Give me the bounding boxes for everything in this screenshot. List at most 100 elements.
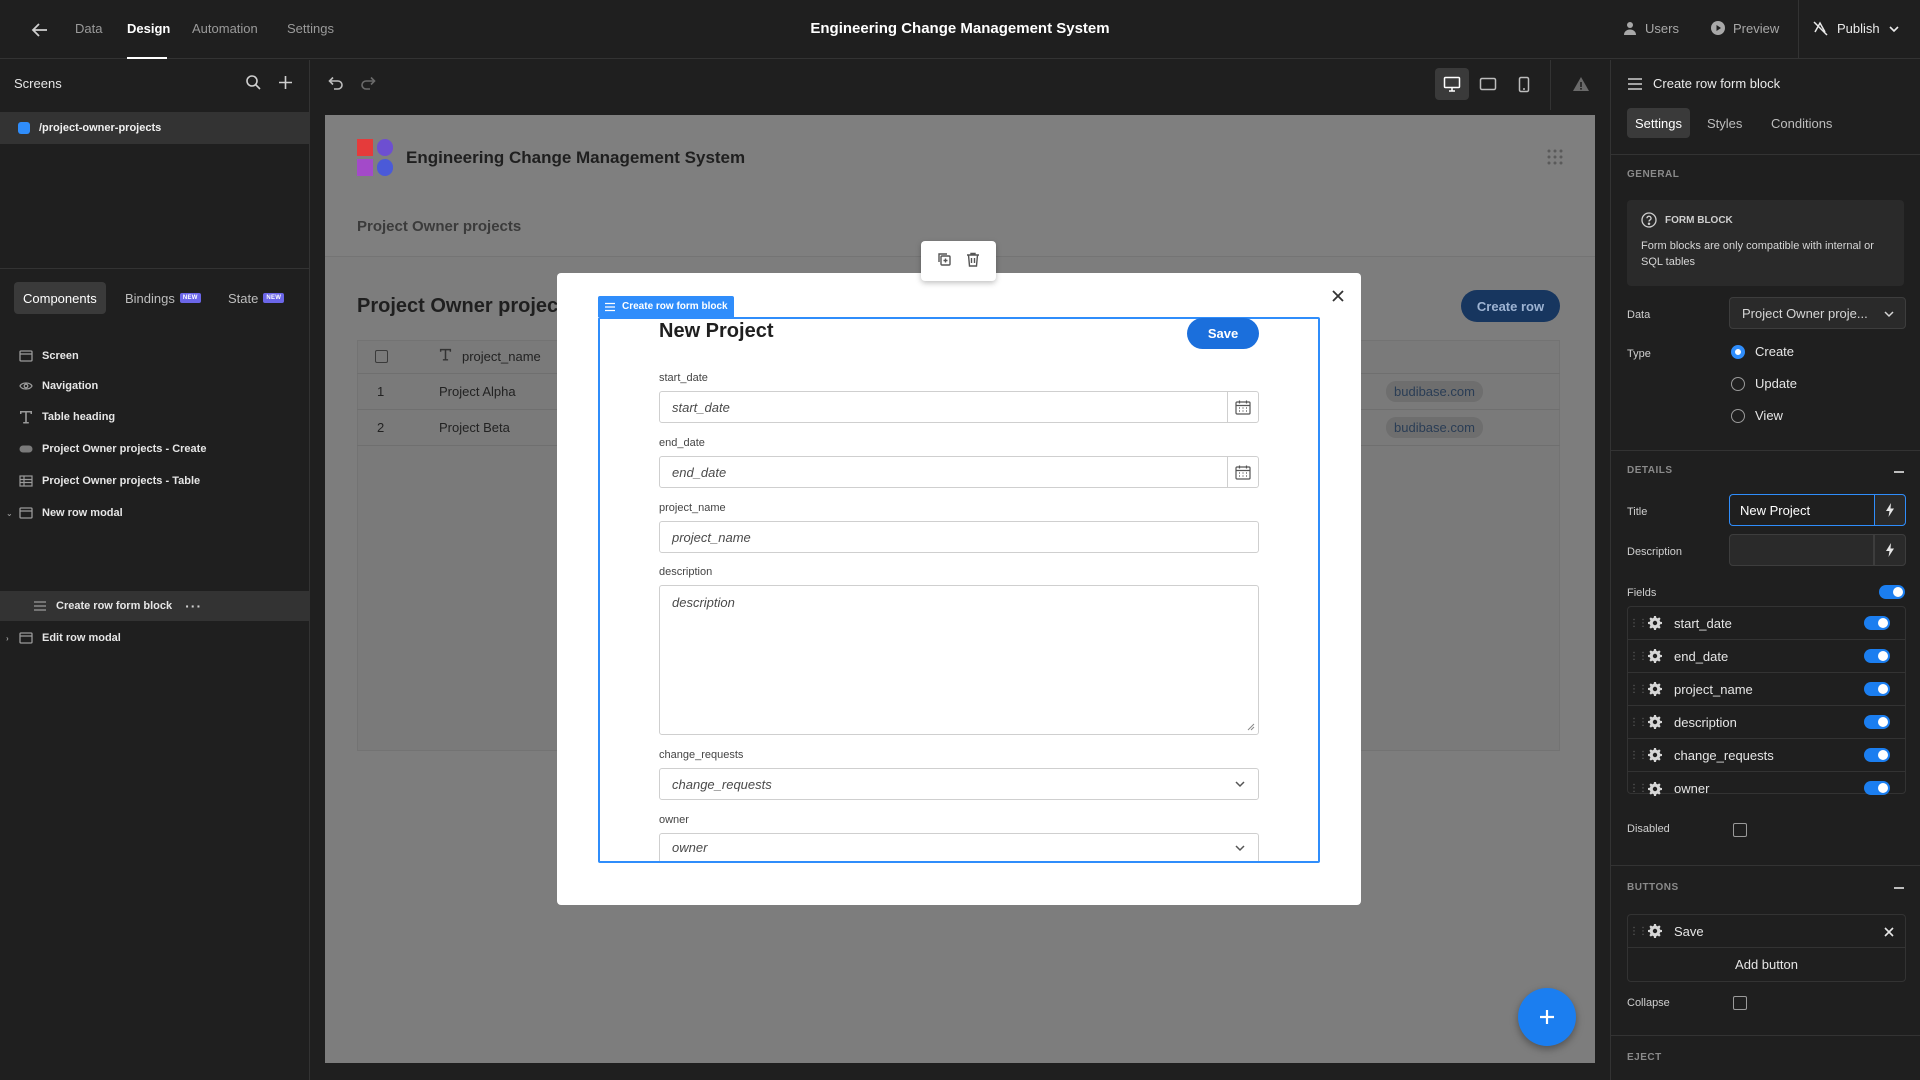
caret-down-icon[interactable]: ⌄ xyxy=(6,509,13,518)
column-header[interactable]: project_name xyxy=(462,349,541,364)
tree-item-new-row-modal[interactable]: ⌄ New row modal xyxy=(0,498,309,528)
tab-settings[interactable]: Settings xyxy=(287,21,334,36)
gear-icon[interactable] xyxy=(1648,924,1668,938)
trash-icon[interactable] xyxy=(966,252,980,270)
title-input[interactable]: New Project xyxy=(1729,494,1874,526)
warning-icon[interactable] xyxy=(1572,76,1590,95)
mobile-view-button[interactable] xyxy=(1507,68,1541,100)
collapse-checkbox[interactable] xyxy=(1733,996,1747,1010)
gear-icon[interactable] xyxy=(1648,649,1668,663)
start-date-field[interactable]: start_date xyxy=(659,391,1259,423)
tree-item-navigation[interactable]: Navigation xyxy=(0,371,309,401)
grid-menu-icon[interactable] xyxy=(1547,149,1563,168)
undo-icon[interactable] xyxy=(326,74,344,95)
gear-icon[interactable] xyxy=(1648,781,1668,796)
title-binding-button[interactable] xyxy=(1874,494,1906,526)
tree-item-create-row-form-block[interactable]: Create row form block ··· xyxy=(0,591,309,621)
save-button[interactable]: Save xyxy=(1187,318,1259,349)
field-toggle[interactable] xyxy=(1864,781,1890,795)
tree-item-create-button[interactable]: Project Owner projects - Create xyxy=(0,434,309,464)
drag-handle-icon[interactable]: ⋮⋮ xyxy=(1628,618,1648,629)
gear-icon[interactable] xyxy=(1648,682,1668,696)
description-input[interactable] xyxy=(1729,534,1874,566)
field-toggle[interactable] xyxy=(1864,748,1890,762)
drag-handle-icon[interactable]: ⋮⋮ xyxy=(1628,926,1648,937)
preview-button[interactable]: Preview xyxy=(1710,20,1779,36)
desktop-view-button[interactable] xyxy=(1435,68,1469,100)
drag-handle-icon[interactable]: ⋮⋮ xyxy=(1628,783,1648,794)
project-name-field[interactable]: project_name xyxy=(659,521,1259,553)
button-row-save[interactable]: ⋮⋮ Save xyxy=(1628,915,1905,948)
collapse-buttons-icon[interactable] xyxy=(1894,887,1904,889)
tree-item-table-heading[interactable]: Table heading xyxy=(0,402,309,432)
tree-item-label: Screen xyxy=(42,350,79,362)
drag-handle-icon[interactable]: ⋮⋮ xyxy=(1628,750,1648,761)
tab-conditions[interactable]: Conditions xyxy=(1763,108,1840,138)
publish-button[interactable]: Publish xyxy=(1812,20,1900,37)
tab-automation[interactable]: Automation xyxy=(192,21,258,36)
radio-selected[interactable] xyxy=(1731,344,1745,359)
description-field[interactable]: description xyxy=(659,585,1259,735)
redo-icon[interactable] xyxy=(360,74,378,95)
radio-unselected[interactable] xyxy=(1731,408,1745,423)
calendar-icon[interactable] xyxy=(1227,457,1258,487)
tab-styles[interactable]: Styles xyxy=(1699,108,1750,138)
gear-icon[interactable] xyxy=(1648,715,1668,729)
drag-handle-icon[interactable]: ⋮⋮ xyxy=(1628,717,1648,728)
owner-dropdown[interactable]: owner xyxy=(659,833,1259,861)
data-source-select[interactable]: Project Owner proje... xyxy=(1729,297,1906,329)
type-option-update[interactable]: Update xyxy=(1731,376,1797,391)
collapse-details-icon[interactable] xyxy=(1894,471,1904,473)
add-screen-icon[interactable] xyxy=(277,74,294,94)
field-row-start-date[interactable]: ⋮⋮ start_date xyxy=(1628,607,1905,640)
description-binding-button[interactable] xyxy=(1874,534,1906,566)
calendar-icon[interactable] xyxy=(1227,392,1258,422)
tab-state[interactable]: State NEW xyxy=(219,282,293,314)
tab-components[interactable]: Components xyxy=(14,282,106,314)
tab-data[interactable]: Data xyxy=(75,21,102,36)
tree-item-table[interactable]: Project Owner projects - Table xyxy=(0,466,309,496)
field-row-description[interactable]: ⋮⋮ description xyxy=(1628,706,1905,739)
tree-item-screen[interactable]: Screen xyxy=(0,341,309,371)
field-toggle[interactable] xyxy=(1864,715,1890,729)
disabled-checkbox[interactable] xyxy=(1733,823,1747,837)
field-row-change-requests[interactable]: ⋮⋮ change_requests xyxy=(1628,739,1905,772)
fields-master-toggle[interactable] xyxy=(1879,585,1905,599)
caret-right-icon[interactable]: › xyxy=(6,634,9,643)
gear-icon[interactable] xyxy=(1648,616,1668,630)
tab-settings[interactable]: Settings xyxy=(1627,108,1690,138)
change-requests-dropdown[interactable]: change_requests xyxy=(659,768,1259,800)
field-toggle[interactable] xyxy=(1864,649,1890,663)
type-option-create[interactable]: Create xyxy=(1731,344,1794,359)
create-row-button[interactable]: Create row xyxy=(1461,290,1560,322)
tab-bindings[interactable]: Bindings NEW xyxy=(116,282,210,314)
select-all-checkbox[interactable] xyxy=(375,350,388,363)
tab-design[interactable]: Design xyxy=(127,21,170,36)
back-arrow-icon[interactable] xyxy=(28,18,52,42)
field-row-owner[interactable]: ⋮⋮ owner xyxy=(1628,772,1905,805)
add-button[interactable]: Add button xyxy=(1628,948,1905,981)
field-row-end-date[interactable]: ⋮⋮ end_date xyxy=(1628,640,1905,673)
field-row-project-name[interactable]: ⋮⋮ project_name xyxy=(1628,673,1905,706)
tablet-view-button[interactable] xyxy=(1471,68,1505,100)
radio-unselected[interactable] xyxy=(1731,376,1745,391)
resize-handle-icon[interactable] xyxy=(1247,723,1255,731)
drag-handle-icon[interactable]: ⋮⋮ xyxy=(1628,651,1648,662)
add-component-fab[interactable] xyxy=(1518,988,1576,1046)
type-option-view[interactable]: View xyxy=(1731,408,1783,423)
users-button[interactable]: Users xyxy=(1622,20,1679,36)
screen-item[interactable]: /project-owner-projects xyxy=(0,112,309,144)
close-icon[interactable] xyxy=(1329,287,1347,305)
end-date-field[interactable]: end_date xyxy=(659,456,1259,488)
nav-link[interactable]: Project Owner projects xyxy=(357,218,521,235)
more-options-icon[interactable]: ··· xyxy=(185,598,202,614)
close-icon[interactable] xyxy=(1883,926,1895,938)
gear-icon[interactable] xyxy=(1648,748,1668,762)
duplicate-icon[interactable] xyxy=(937,252,952,270)
drag-handle-icon[interactable]: ⋮⋮ xyxy=(1628,684,1648,695)
field-toggle[interactable] xyxy=(1864,616,1890,630)
tree-item-edit-row-modal[interactable]: › Edit row modal xyxy=(0,623,309,653)
search-icon[interactable] xyxy=(245,74,262,94)
type-label: Type xyxy=(1627,348,1651,360)
field-toggle[interactable] xyxy=(1864,682,1890,696)
